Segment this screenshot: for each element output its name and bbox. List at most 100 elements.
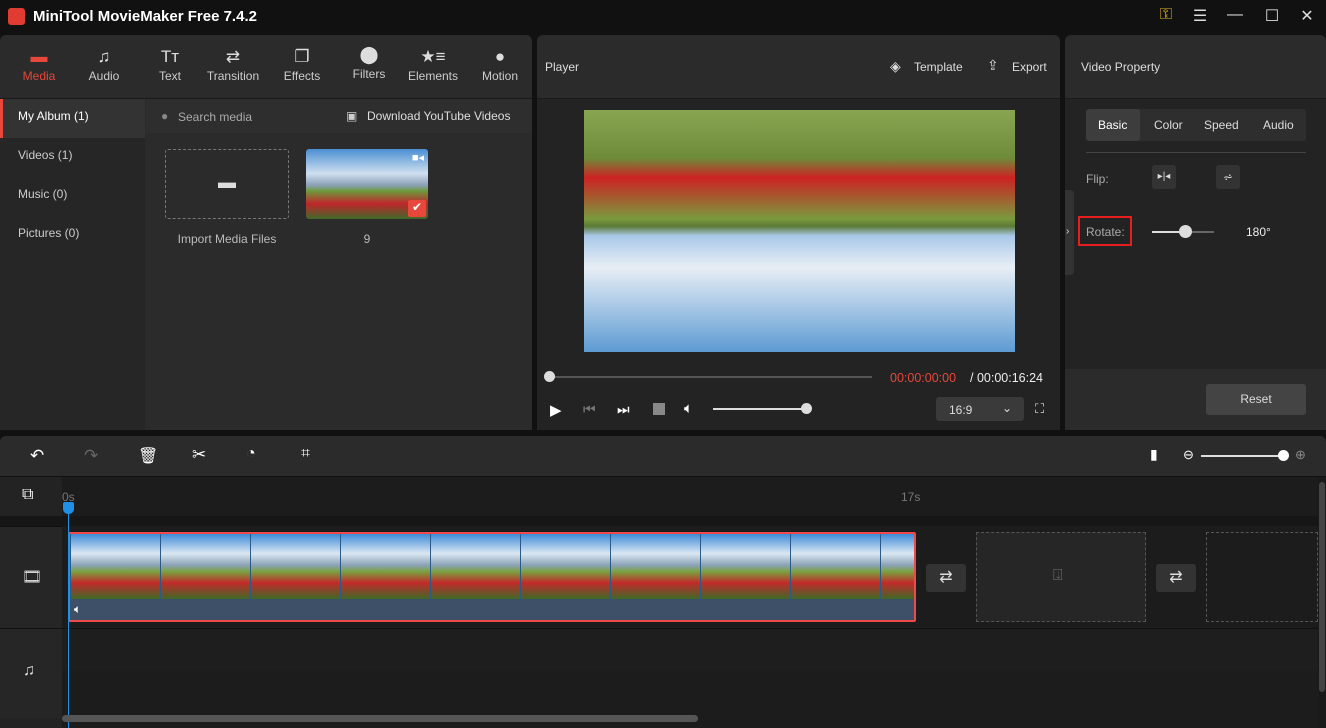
tab-label: Text bbox=[158, 69, 181, 83]
next-frame-icon[interactable]: ⏭ bbox=[617, 401, 630, 418]
clip-volume-icon[interactable]: 🔈︎ bbox=[74, 602, 81, 617]
scissors-icon[interactable]: ✂ bbox=[192, 445, 206, 465]
horizontal-scrollbar[interactable] bbox=[62, 715, 698, 722]
tab-media[interactable]: ▬ Media bbox=[4, 47, 74, 83]
chevron-down-icon: ⌄ bbox=[1002, 401, 1013, 415]
undo-icon[interactable]: ↶ bbox=[30, 446, 44, 466]
tab-motion[interactable]: ● Motion bbox=[465, 47, 535, 83]
play-icon[interactable]: ▶ bbox=[550, 401, 562, 419]
folder-icon: ▬ bbox=[218, 172, 236, 192]
music-track-icon: ♫ bbox=[23, 662, 35, 679]
tab-basic[interactable]: Basic bbox=[1098, 118, 1127, 132]
fit-timeline-icon[interactable]: ▮ bbox=[1150, 446, 1158, 463]
video-track-icon: 🎞︎ bbox=[22, 569, 43, 586]
redo-icon[interactable]: ↷ bbox=[84, 446, 98, 466]
timeline: ⧉ 0s 17s 🎞︎ ♫ 🔈︎ ⇄ ⍗ ⇄ bbox=[0, 477, 1318, 728]
flip-label: Flip: bbox=[1086, 172, 1109, 186]
vertical-scrollbar[interactable] bbox=[1318, 477, 1326, 728]
import-label: Import Media Files bbox=[177, 232, 277, 246]
tab-audio[interactable]: Audio bbox=[1263, 118, 1294, 132]
sidebar-item-videos[interactable]: Videos (1) bbox=[0, 138, 145, 177]
text-icon: Tт bbox=[160, 47, 180, 66]
speed-icon[interactable]: ◔ bbox=[246, 445, 256, 463]
timeline-playhead[interactable] bbox=[68, 507, 69, 728]
ruler-mark: 17s bbox=[901, 490, 921, 504]
chevron-right-icon: › bbox=[1066, 226, 1070, 237]
template-button[interactable]: Template bbox=[914, 60, 963, 74]
timeline-toolbar: ↶ ↷ 🗑︎ ✂ ◔ ⌗ ▮ ⊖ ⊕ bbox=[0, 436, 1326, 476]
tab-label: Transition bbox=[206, 69, 260, 83]
volume-slider[interactable] bbox=[713, 408, 807, 410]
checkmark-icon: ✔ bbox=[408, 200, 426, 217]
tab-label: Effects bbox=[283, 69, 321, 83]
fullscreen-icon[interactable]: ⛶ bbox=[1035, 401, 1044, 417]
tab-elements[interactable]: ★≡ Elements bbox=[398, 47, 468, 83]
export-button[interactable]: Export bbox=[1012, 60, 1047, 74]
sidebar-item-my-album[interactable]: My Album (1) bbox=[0, 99, 145, 138]
search-icon: ● bbox=[161, 109, 169, 123]
close-icon[interactable]: ✕ bbox=[1297, 6, 1317, 26]
crop-icon[interactable]: ⌗ bbox=[301, 445, 310, 463]
video-clip[interactable]: 🔈︎ bbox=[68, 532, 916, 622]
playback-progress-bar[interactable] bbox=[549, 376, 872, 378]
sidebar-item-pictures[interactable]: Pictures (0) bbox=[0, 216, 145, 255]
timeline-zoom-slider[interactable] bbox=[1201, 455, 1283, 457]
drop-media-slot[interactable]: ⍗ bbox=[976, 532, 1146, 622]
tab-label: Media bbox=[22, 69, 56, 83]
video-camera-icon: ■◂ bbox=[411, 152, 424, 164]
collapse-handle[interactable]: › bbox=[1065, 190, 1074, 275]
property-title: Video Property bbox=[1081, 60, 1161, 74]
tab-transition[interactable]: ⇄ Transition bbox=[198, 47, 268, 83]
transition-slot-1[interactable]: ⇄ bbox=[926, 564, 966, 592]
reset-button[interactable]: Reset bbox=[1206, 384, 1306, 415]
menu-icon[interactable]: ☰ bbox=[1190, 6, 1210, 26]
effects-icon: ❐ bbox=[294, 47, 310, 66]
aspect-ratio-select[interactable]: 16:9 ⌄ bbox=[936, 397, 1024, 421]
media-clip-thumbnail[interactable]: ■◂ ✔ bbox=[306, 149, 428, 219]
tab-label: Filters bbox=[352, 67, 386, 81]
volume-handle[interactable] bbox=[801, 403, 812, 414]
video-preview bbox=[584, 110, 1015, 352]
zoom-handle[interactable] bbox=[1278, 450, 1289, 461]
playhead-marker[interactable] bbox=[63, 502, 74, 514]
import-media-button[interactable]: ▬ bbox=[165, 149, 289, 219]
transition-icon: ⇄ bbox=[225, 47, 241, 66]
music-icon: ♫ bbox=[97, 47, 111, 66]
maximize-icon[interactable]: ☐ bbox=[1262, 6, 1282, 26]
playhead-handle[interactable] bbox=[544, 371, 555, 382]
previous-frame-icon[interactable]: ⏮ bbox=[583, 401, 596, 418]
rotate-label: Rotate: bbox=[1086, 225, 1125, 239]
tab-audio[interactable]: ♫ Audio bbox=[69, 47, 139, 83]
drop-media-slot-2[interactable] bbox=[1206, 532, 1318, 622]
property-panel: Video Property Basic Color Speed Audio F… bbox=[1065, 35, 1326, 430]
transition-slot-2[interactable]: ⇄ bbox=[1156, 564, 1196, 592]
download-youtube-link[interactable]: Download YouTube Videos bbox=[367, 109, 510, 123]
add-track-icon[interactable]: ⧉ bbox=[22, 486, 33, 504]
app-title: MiniTool MovieMaker Free 7.4.2 bbox=[33, 8, 257, 25]
minimize-icon[interactable]: — bbox=[1225, 6, 1245, 24]
tab-speed[interactable]: Speed bbox=[1204, 118, 1239, 132]
zoom-out-icon[interactable]: ⊖ bbox=[1183, 447, 1194, 463]
clip-name: 9 bbox=[363, 232, 371, 246]
property-tabs: Basic Color Speed Audio bbox=[1086, 109, 1306, 141]
aspect-value: 16:9 bbox=[949, 403, 973, 417]
stop-icon[interactable] bbox=[653, 403, 665, 415]
tab-color[interactable]: Color bbox=[1154, 118, 1183, 132]
media-toolbar: ● Search media ▣ Download YouTube Videos bbox=[146, 99, 532, 133]
key-icon[interactable]: ⚿ bbox=[1156, 6, 1176, 24]
flip-horizontal-icon[interactable]: ▸|◂ bbox=[1152, 165, 1176, 189]
layers-icon: ◈ bbox=[890, 58, 901, 74]
tab-text[interactable]: Tт Text bbox=[135, 47, 205, 83]
delete-icon[interactable]: 🗑︎ bbox=[138, 446, 158, 466]
rotate-handle[interactable] bbox=[1179, 225, 1192, 238]
tab-effects[interactable]: ❐ Effects bbox=[267, 47, 337, 83]
search-input[interactable]: Search media bbox=[178, 110, 252, 124]
volume-icon[interactable]: 🔈︎ bbox=[684, 400, 693, 417]
total-time: / 00:00:16:24 bbox=[970, 371, 1043, 385]
tab-filters[interactable]: ⬤ Filters bbox=[334, 45, 404, 81]
zoom-in-icon[interactable]: ⊕ bbox=[1295, 447, 1306, 463]
flip-vertical-icon[interactable]: ⩫ bbox=[1216, 165, 1240, 189]
current-time: 00:00:00:00 bbox=[890, 371, 957, 385]
export-icon: ⇪ bbox=[987, 57, 999, 73]
sidebar-item-music[interactable]: Music (0) bbox=[0, 177, 145, 216]
